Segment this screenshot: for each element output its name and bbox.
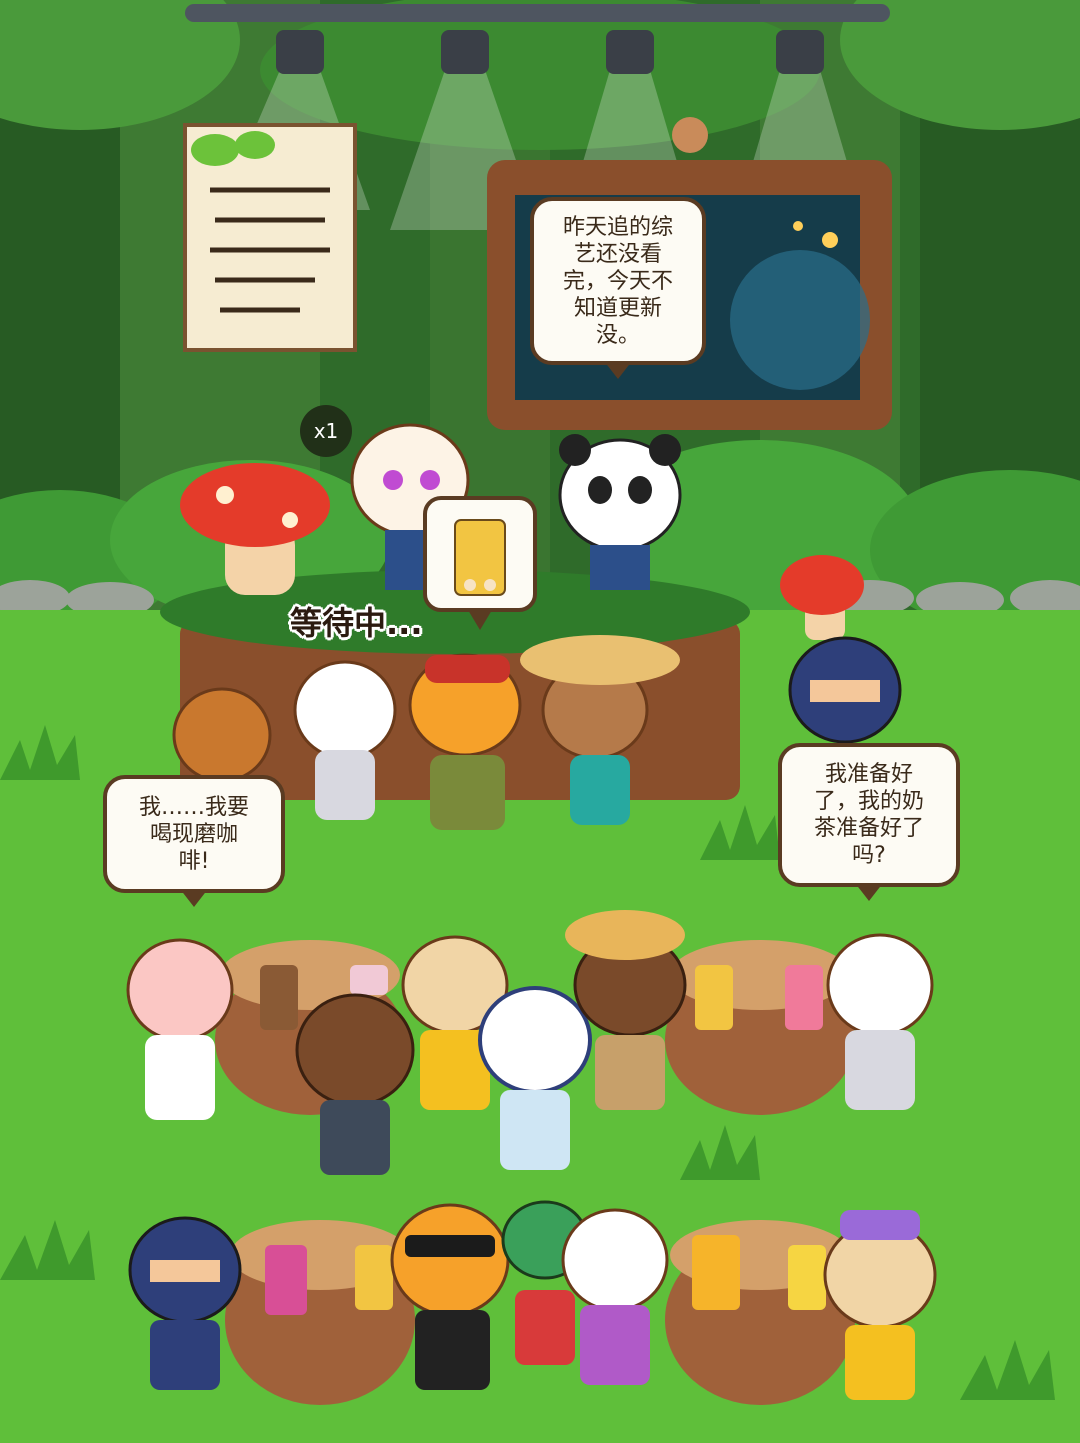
order-bubble[interactable] xyxy=(423,496,537,630)
multiplier-badge[interactable]: x1 xyxy=(300,405,352,457)
waiting-status-label: 等待中... xyxy=(290,604,423,642)
light-rail xyxy=(185,4,890,22)
game-scene: 昨天追的综 艺还没看 完，今天不 知道更新 没。 我……我要 喝现磨咖 啡! 我… xyxy=(0,0,1080,1443)
customer-left-speech-bubble: 我……我要 喝现磨咖 啡! xyxy=(103,775,285,907)
tv-speech-bubble: 昨天追的综 艺还没看 完，今天不 知道更新 没。 xyxy=(530,197,706,379)
customer-ninja-bear[interactable] xyxy=(788,636,902,744)
notice-board[interactable] xyxy=(183,123,357,352)
table-stump-2[interactable] xyxy=(665,940,855,1115)
customer-right-speech-bubble: 我准备好 了，我的奶 茶准备好了 吗? xyxy=(778,743,960,901)
customer-deer[interactable] xyxy=(172,687,272,783)
